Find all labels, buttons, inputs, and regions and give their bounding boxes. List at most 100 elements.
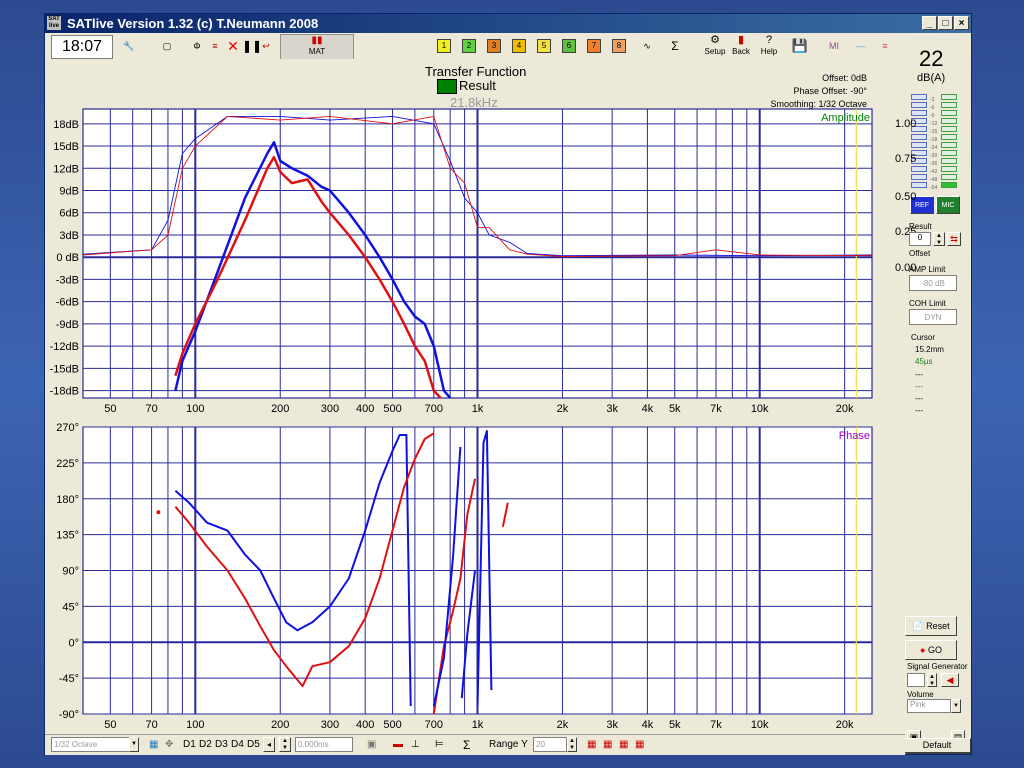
y-tick-label: -45° xyxy=(59,673,79,685)
range-spinner[interactable]: ▲ ▼ xyxy=(567,737,577,752)
speaker-icon[interactable]: ◀ xyxy=(941,673,959,687)
phase-icon[interactable]: Φ xyxy=(189,36,205,56)
level-meter-left xyxy=(911,94,927,190)
x-tick-label: 3k xyxy=(606,403,618,415)
mic-icon[interactable]: MI xyxy=(823,36,845,56)
stop-icon[interactable]: ✕ xyxy=(225,36,241,56)
save-small-icon[interactable]: ▦ xyxy=(149,738,158,752)
coh-limit-input[interactable]: DYN xyxy=(909,309,957,325)
result-clear-icon[interactable]: ⇆ xyxy=(947,232,961,246)
channel-6-button[interactable]: 6 xyxy=(562,39,576,53)
x-tick-label: 500 xyxy=(383,403,401,415)
maximize-button[interactable]: □ xyxy=(938,16,953,30)
channel-1-button[interactable]: 1 xyxy=(437,39,451,53)
display-icon[interactable]: — — xyxy=(851,36,871,71)
close-button[interactable]: × xyxy=(954,16,969,30)
channel-3-button[interactable]: 3 xyxy=(487,39,501,53)
channel-4-button[interactable]: 4 xyxy=(512,39,526,53)
d5-button[interactable]: D5 xyxy=(247,738,260,752)
meter-segment xyxy=(941,174,957,180)
wrench-icon[interactable]: 🔧 xyxy=(119,36,139,56)
grid-icon-3[interactable]: ▦ xyxy=(619,738,628,752)
frequency-readout: 21.8kHz xyxy=(450,95,498,110)
meter-segment xyxy=(941,126,957,132)
meter-segment xyxy=(941,182,957,188)
meter-segment xyxy=(911,166,927,172)
channel-7-button[interactable]: 7 xyxy=(587,39,601,53)
range-y-input[interactable]: 20 xyxy=(533,737,567,752)
delay-left-icon[interactable]: ◂ xyxy=(263,737,275,752)
axis-scale-icon[interactable]: ⊨ xyxy=(435,738,444,752)
back-button[interactable]: ▮ Back xyxy=(729,34,753,58)
clock-display: 18:07 xyxy=(51,35,113,59)
channel-5-button[interactable]: 5 xyxy=(537,39,551,53)
new-file-icon[interactable]: ▢ xyxy=(157,36,177,56)
meter-segment xyxy=(941,158,957,164)
octave-select[interactable]: 1/32 Octave xyxy=(51,737,131,752)
d4-button[interactable]: D4 xyxy=(231,738,244,752)
lock-icon[interactable]: ▣ xyxy=(367,738,376,752)
x-tick-label: 200 xyxy=(271,403,289,415)
x-tick-label: 3k xyxy=(606,719,618,731)
volume-select[interactable]: Pink xyxy=(907,699,951,713)
graph-icon[interactable]: ▬ xyxy=(393,738,403,752)
wave-icon[interactable]: ∿ xyxy=(639,36,655,56)
axis-icon[interactable]: ⊥ xyxy=(411,738,420,752)
mat-label: MAT xyxy=(308,47,326,56)
transfer-function-plot[interactable]: 50 70 100 200 300 400 500 700 1k 2k 3k 4k 5k 7k 10k 20k… xyxy=(45,59,905,737)
generator-spinner[interactable]: ▲ ▼ xyxy=(927,673,937,687)
loop-icon[interactable]: ↩ xyxy=(259,36,273,56)
reset-button[interactable]: 📄 Reset xyxy=(905,616,957,636)
channel-8-button[interactable]: 8 xyxy=(612,39,626,53)
x-tick-label: 500 xyxy=(383,719,401,731)
meter-segment xyxy=(911,134,927,140)
d2-button[interactable]: D2 xyxy=(199,738,212,752)
generator-level-input[interactable] xyxy=(907,673,925,687)
title-bar[interactable]: SAT live SATlive Version 1.32 (c) T.Neum… xyxy=(45,14,971,33)
smoothing-text: Smoothing: 1/32 Octave xyxy=(770,99,867,109)
y-tick-label: 9dB xyxy=(59,186,79,198)
x-tick-label: 50 xyxy=(104,719,116,731)
x-tick-label: 7k xyxy=(710,719,722,731)
help-button[interactable]: ? Help xyxy=(757,34,781,58)
lines-icon[interactable]: ≡ xyxy=(877,36,893,56)
filter-icon[interactable]: ≡ xyxy=(207,36,223,56)
mic-button[interactable]: MIC xyxy=(936,196,960,214)
sum-button[interactable]: Σ xyxy=(667,36,683,56)
octave-dropdown-icon[interactable]: ▼ xyxy=(129,737,139,752)
save-icon[interactable]: 💾 xyxy=(791,36,809,56)
d3-button[interactable]: D3 xyxy=(215,738,228,752)
cursor-icon[interactable]: ✥ xyxy=(165,738,173,752)
time-input[interactable]: 0.000ms xyxy=(295,737,353,752)
cursor-label: Cursor xyxy=(911,333,936,342)
grid-icon-4[interactable]: ▦ xyxy=(635,738,644,752)
x-tick-label: 20k xyxy=(836,403,854,415)
meter-scale: -3 -6 -9 -12 -15 -18 -24 -30 -36 -42 -48 -54 xyxy=(930,97,938,191)
grid-icon-2[interactable]: ▦ xyxy=(603,738,612,752)
x-tick-label: 700 xyxy=(425,719,443,731)
result-offset-input[interactable]: 0 xyxy=(909,232,931,246)
meter-segment xyxy=(941,110,957,116)
minimize-button[interactable]: _ xyxy=(922,16,937,30)
delay-spinner[interactable]: ▲ ▼ xyxy=(279,737,291,752)
pause-icon[interactable]: ❚❚ xyxy=(242,36,262,56)
grid-icon-1[interactable]: ▦ xyxy=(587,738,596,752)
meter-segment xyxy=(911,94,927,100)
sigma-button[interactable]: Σ xyxy=(463,738,470,752)
chevron-down-icon[interactable]: ▼ xyxy=(951,699,961,713)
mat-button[interactable]: ▮▮ MAT xyxy=(280,34,354,60)
offset-spinner[interactable]: ▲ ▼ xyxy=(933,232,945,246)
meter-segment xyxy=(911,182,927,188)
d1-button[interactable]: D1 xyxy=(183,738,196,752)
y-tick-label: -3dB xyxy=(56,274,79,286)
default-button[interactable]: Default xyxy=(903,738,971,753)
reset-icon: 📄 xyxy=(912,621,927,631)
go-button[interactable]: ● GO xyxy=(905,640,957,660)
channel-2-button[interactable]: 2 xyxy=(462,39,476,53)
y-tick-label: 12dB xyxy=(53,163,79,175)
window-title: SATlive Version 1.32 (c) T.Neumann 2008 xyxy=(67,16,319,31)
amp-limit-input[interactable]: -80 dB xyxy=(909,275,957,291)
meter-segment xyxy=(941,94,957,100)
setup-button[interactable]: ⚙ Setup xyxy=(703,34,727,58)
coh-limit-label: COH Limit xyxy=(909,299,946,308)
